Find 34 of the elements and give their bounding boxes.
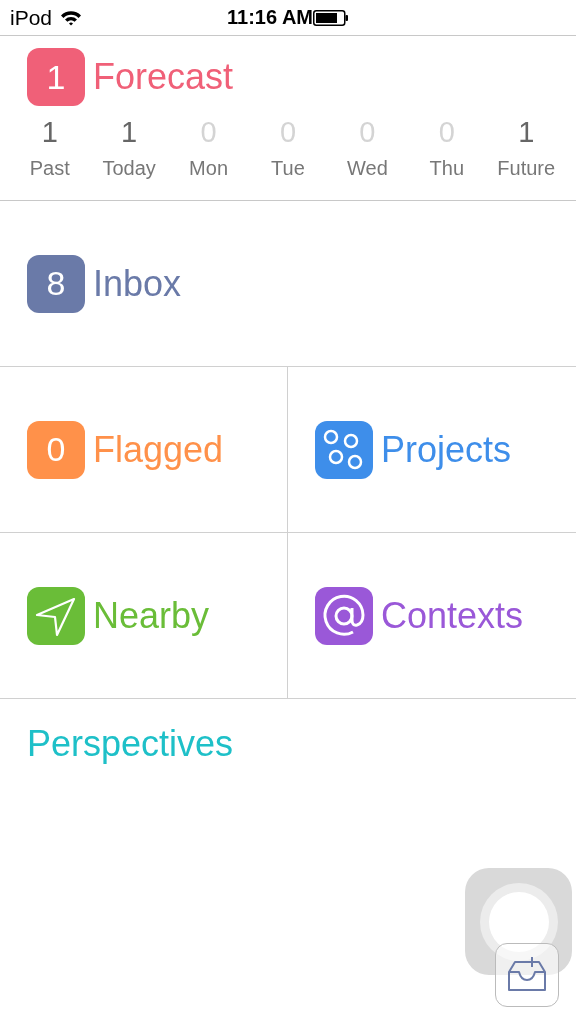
forecast-title: Forecast [93, 56, 234, 98]
status-time: 11:16 AM [227, 6, 313, 29]
wifi-icon [60, 9, 83, 26]
perspective-tile[interactable]: Contexts [288, 533, 576, 699]
inbox-title: Inbox [93, 262, 182, 305]
perspective-tile[interactable]: Projects [288, 367, 576, 533]
day-label: Future [497, 157, 556, 180]
forecast-button[interactable]: 1 Forecast [27, 48, 234, 106]
day-count: 1 [518, 116, 535, 149]
day-count: 1 [121, 116, 138, 149]
forecast-day[interactable]: 1 Future [490, 116, 563, 180]
inbox-add-icon [506, 956, 548, 994]
add-to-inbox-button[interactable] [495, 943, 559, 1007]
forecast-day[interactable]: 1 Today [93, 116, 166, 180]
perspectives-title: Perspectives [27, 723, 234, 764]
battery-icon [313, 9, 349, 26]
inbox-badge: 8 [27, 254, 85, 313]
tile-title: Projects [381, 428, 512, 471]
forecast-day[interactable]: 1 Past [13, 116, 86, 180]
tile-title: Flagged [93, 428, 224, 471]
day-label: Wed [347, 157, 388, 180]
perspective-tile[interactable]: Nearby [0, 533, 288, 699]
day-label: Today [102, 157, 156, 180]
day-label: Thu [429, 157, 465, 180]
tile-title: Contexts [381, 594, 524, 637]
day-label: Tue [271, 157, 305, 180]
tile-title: Nearby [93, 594, 210, 637]
inbox-tile[interactable]: 8 Inbox [0, 201, 576, 367]
forecast-badge: 1 [27, 48, 85, 106]
day-count: 1 [41, 116, 58, 149]
day-label: Past [29, 157, 70, 180]
carrier-label: iPod [10, 5, 53, 30]
day-label: Mon [189, 157, 228, 180]
count-badge: 0 [27, 420, 85, 479]
